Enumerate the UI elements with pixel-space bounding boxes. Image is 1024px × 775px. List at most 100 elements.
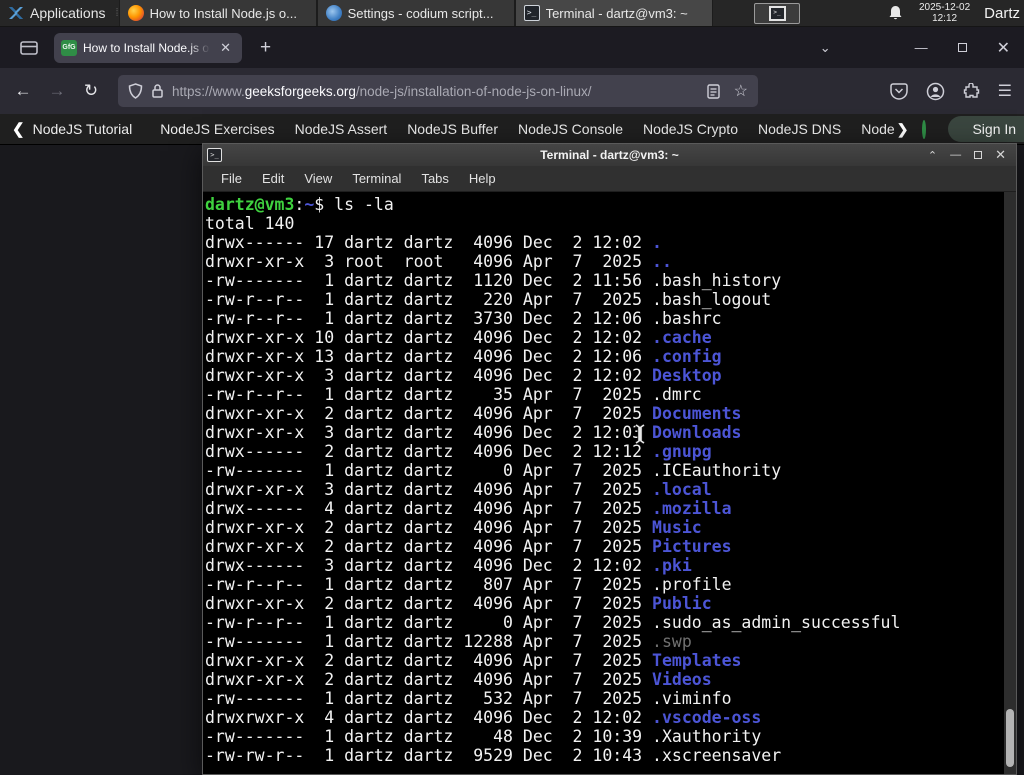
lock-icon[interactable] [151,83,164,99]
firefox-icon [127,5,144,21]
user-menu[interactable]: Dartz [984,5,1020,22]
file-listing-row: drwx------ 2 dartz dartz 4096 Dec 2 12:1… [205,442,1002,461]
file-meta: -rw------- 1 dartz dartz 12288 Apr 7 202… [205,632,653,651]
terminal-icon: >_ [523,5,540,21]
shield-icon[interactable] [128,83,143,99]
menu-file[interactable]: File [211,168,252,189]
list-all-tabs-icon[interactable]: ⌄ [820,40,831,56]
forward-button[interactable]: → [40,81,74,101]
file-meta: drwx------ 2 dartz dartz 4096 Dec 2 12:1… [205,442,653,461]
file-name: Pictures [652,537,732,556]
file-listing-row: -rw------- 1 dartz dartz 0 Apr 7 2025 .I… [205,461,1002,480]
file-meta: drwx------ 4 dartz dartz 4096 Apr 7 2025 [205,499,653,518]
browser-tab-active[interactable]: GfG How to Install Node.js on ✕ [54,32,242,63]
terminal-scrollbar-thumb[interactable] [1006,709,1014,767]
nav-scroll-right-icon[interactable]: ❯ [897,121,909,138]
nav-scroll-left-icon[interactable]: ❮ [12,120,25,138]
file-name: .sudo_as_admin_successful [652,613,901,632]
file-listing-row: -rw------- 1 dartz dartz 12288 Apr 7 202… [205,632,1002,651]
file-name: .gnupg [652,442,712,461]
file-meta: -rw-r--r-- 1 dartz dartz 0 Apr 7 2025 [205,613,653,632]
window-close-button[interactable]: ✕ [997,38,1010,58]
search-icon[interactable] [922,119,927,139]
menu-terminal[interactable]: Terminal [342,168,411,189]
menu-hamburger-icon[interactable]: ☰ [998,81,1012,101]
file-meta: -rw------- 1 dartz dartz 0 Apr 7 2025 [205,461,653,480]
terminal-titlebar[interactable]: >_ Terminal - dartz@vm3: ~ ⌃ — ✕ [203,144,1016,166]
file-listing-row: -rw-r--r-- 1 dartz dartz 220 Apr 7 2025 … [205,290,1002,309]
nav-item-crypto[interactable]: NodeJS Crypto [643,121,758,137]
file-meta: drwxr-xr-x 2 dartz dartz 4096 Apr 7 2025 [205,537,653,556]
sign-in-button[interactable]: Sign In [948,116,1024,142]
terminal-minimize-button[interactable]: — [950,149,961,161]
panel-grip: ⁞ [115,7,119,19]
prompt-colon: : [294,195,305,214]
gfg-subnav: ❮ NodeJS Tutorial NodeJS Exercises NodeJ… [0,114,1024,145]
file-listing-row: drwxr-xr-x 2 dartz dartz 4096 Apr 7 2025… [205,594,1002,613]
taskbar-button-codium[interactable]: Settings - codium script... [316,0,515,26]
terminal-close-button[interactable]: ✕ [995,147,1006,163]
clock-widget[interactable]: 2025-12-02 12:12 [919,2,970,24]
terminal-output[interactable]: dartz@vm3:~$ ls -la total 140 drwx------… [203,192,1016,774]
gfg-favicon: GfG [61,39,77,56]
menu-help[interactable]: Help [459,168,506,189]
distro-logo-icon [9,7,23,19]
menu-view[interactable]: View [294,168,342,189]
prompt-user-host: dartz@vm3 [205,195,295,214]
prompt-command: $ ls -la [314,195,394,214]
url-bar[interactable]: https://www.geeksforgeeks.org/node-js/in… [118,75,758,107]
file-listing-row: drwxr-xr-x 10 dartz dartz 4096 Dec 2 12:… [205,328,1002,347]
file-name: .pki [652,556,692,575]
file-meta: -rw------- 1 dartz dartz 48 Dec 2 10:39 [205,727,653,746]
window-minimize-button[interactable]: — [915,40,928,55]
file-name: .Xauthority [652,727,762,746]
terminal-scrollbar[interactable] [1004,192,1016,774]
file-listing-row: drwxr-xr-x 3 dartz dartz 4096 Apr 7 2025… [205,480,1002,499]
file-name: Desktop [652,366,722,385]
file-meta: -rw-r--r-- 1 dartz dartz 3730 Dec 2 12:0… [205,309,653,328]
taskbar-button-terminal[interactable]: >_ Terminal - dartz@vm3: ~ [514,0,713,26]
pocket-icon[interactable] [889,82,908,100]
account-icon[interactable] [926,82,945,101]
terminal-shade-button[interactable]: ⌃ [928,149,937,162]
nav-item-truncated[interactable]: Node [861,121,896,137]
extensions-icon[interactable] [963,82,980,100]
file-listing-row: drwxr-xr-x 2 dartz dartz 4096 Apr 7 2025… [205,537,1002,556]
terminal-window: >_ Terminal - dartz@vm3: ~ ⌃ — ✕ File Ed… [202,143,1017,775]
menu-tabs[interactable]: Tabs [411,168,458,189]
file-meta: drwxr-xr-x 2 dartz dartz 4096 Apr 7 2025 [205,594,653,613]
file-meta: -rw------- 1 dartz dartz 1120 Dec 2 11:5… [205,271,653,290]
file-name: .dmrc [652,385,702,404]
file-name: .viminfo [652,689,732,708]
nav-item-exercises[interactable]: NodeJS Exercises [160,121,294,137]
new-tab-button[interactable]: + [254,37,277,59]
bookmark-star-icon[interactable]: ☆ [734,81,748,101]
nav-item-console[interactable]: NodeJS Console [518,121,643,137]
window-maximize-button[interactable] [957,43,967,52]
tab-close-icon[interactable]: ✕ [216,38,235,58]
top-panel: Applications ⁞ How to Install Node.js o.… [0,0,1024,27]
file-meta: -rw-r--r-- 1 dartz dartz 807 Apr 7 2025 [205,575,653,594]
nav-item-tutorial[interactable]: NodeJS Tutorial [33,121,161,137]
file-meta: drwxr-xr-x 2 dartz dartz 4096 Apr 7 2025 [205,651,653,670]
taskbar-button-label: How to Install Node.js o... [149,5,297,21]
applications-menu-button[interactable]: Applications [0,0,114,26]
url-bar-icons: ☆ [706,81,748,101]
nav-item-buffer[interactable]: NodeJS Buffer [407,121,518,137]
back-button[interactable]: ← [6,81,40,101]
url-path: /node-js/installation-of-node-js-on-linu… [355,83,592,99]
nav-item-assert[interactable]: NodeJS Assert [295,121,408,137]
file-listing-row: -rw-rw-r-- 1 dartz dartz 9529 Dec 2 10:4… [205,746,1002,765]
reader-mode-icon[interactable] [706,83,720,99]
menu-edit[interactable]: Edit [252,168,294,189]
file-meta: -rw------- 1 dartz dartz 532 Apr 7 2025 [205,689,653,708]
terminal-maximize-button[interactable] [974,151,983,159]
reload-button[interactable]: ↻ [74,81,108,101]
browser-nav-toolbar: ← → ↻ https://www.geeksforgeeks.org/node… [0,68,1024,114]
workspace-switcher[interactable]: >_ [754,2,800,24]
file-meta: drwxr-xr-x 3 dartz dartz 4096 Apr 7 2025 [205,480,653,499]
nav-item-dns[interactable]: NodeJS DNS [758,121,861,137]
taskbar-button-firefox[interactable]: How to Install Node.js o... [118,0,317,26]
firefox-view-icon[interactable] [14,35,44,61]
notification-bell-icon[interactable] [888,5,903,21]
